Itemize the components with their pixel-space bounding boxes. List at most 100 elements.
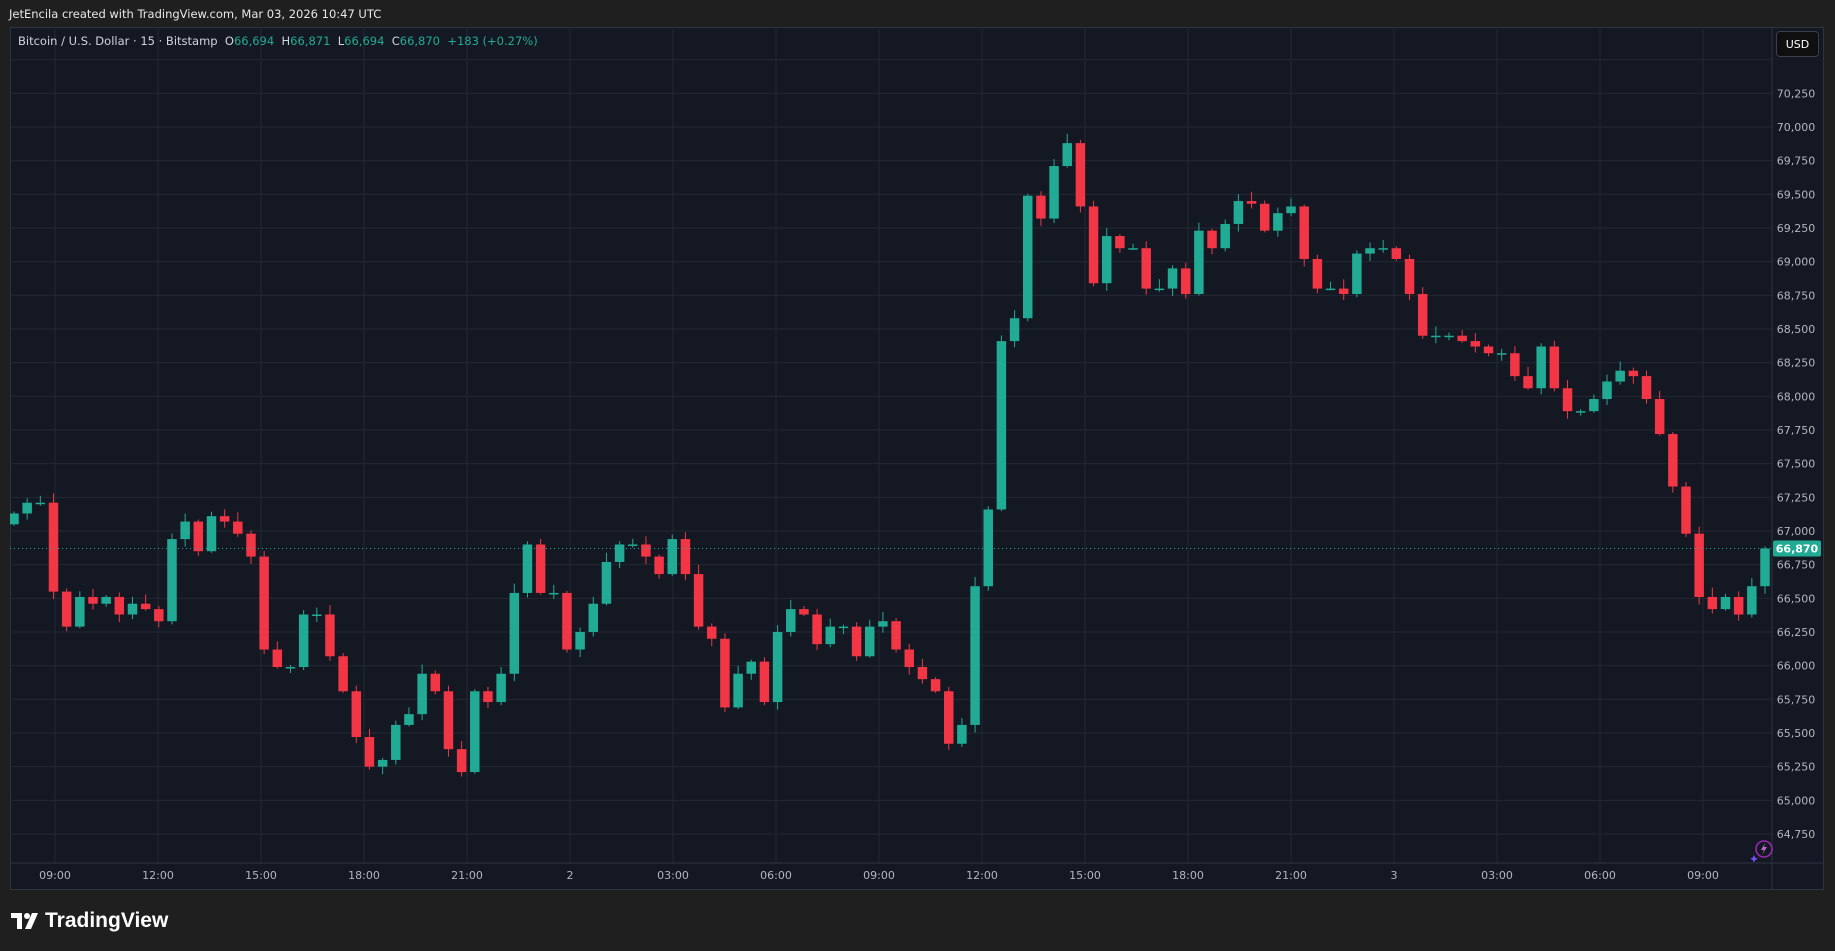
lightning-icon[interactable] (1750, 838, 1774, 866)
candle-up (772, 632, 783, 703)
time-tick-label: 21:00 (1275, 869, 1307, 882)
candle-up (417, 673, 427, 715)
candle-up (667, 539, 678, 575)
candle-down (1562, 388, 1573, 412)
time-tick-label: 12:00 (966, 869, 998, 882)
candle-down (61, 591, 72, 627)
time-tick-label: 03:00 (1481, 869, 1513, 882)
candle-down (483, 691, 493, 703)
time-tick-label: 09:00 (39, 869, 71, 882)
candle-up (865, 626, 875, 657)
candle-down (1707, 596, 1718, 610)
price-tick-label: 65,250 (1777, 761, 1816, 774)
candle-down (246, 533, 256, 557)
candle-up (127, 603, 138, 615)
price-tick-label: 67,000 (1777, 525, 1816, 538)
candle-up (1167, 268, 1178, 289)
candle-up (522, 544, 533, 593)
candle-down (1641, 376, 1652, 400)
candle-up (75, 596, 85, 627)
tradingview-logo-icon (11, 913, 38, 929)
time-tick-label: 18:00 (348, 869, 380, 882)
candle-down (1115, 236, 1125, 249)
time-tick-label: 09:00 (1687, 869, 1719, 882)
candle-up (496, 673, 506, 703)
candle-up (509, 592, 520, 674)
candle-up (1286, 206, 1296, 214)
candle-down (720, 638, 730, 708)
candle-up (1444, 335, 1454, 338)
candle-up (970, 586, 980, 725)
candle-down (851, 626, 862, 657)
symbol-title[interactable]: Bitcoin / U.S. Dollar · 15 · Bitstamp (18, 34, 218, 48)
price-tick-label: 68,250 (1777, 357, 1816, 370)
candle-down (351, 691, 362, 738)
candle-down (154, 609, 164, 622)
candle-down (1668, 434, 1678, 487)
price-tick-label: 66,250 (1777, 626, 1816, 639)
candle-up (983, 509, 993, 587)
candle-down (1417, 293, 1428, 336)
candle-up (1194, 230, 1204, 294)
candle-up (746, 661, 757, 674)
candle-down (325, 614, 335, 657)
time-tick-label: 3 (1391, 869, 1398, 882)
candle-up (391, 724, 401, 760)
time-tick-label: 06:00 (1584, 869, 1616, 882)
price-tick-label: 70,000 (1777, 121, 1816, 134)
candle-down (1207, 230, 1217, 249)
candle-up (1325, 288, 1336, 291)
candle-down (1036, 195, 1046, 219)
time-tick-label: 06:00 (760, 869, 792, 882)
candle-up (1101, 236, 1112, 284)
candle-up (298, 614, 309, 668)
currency-button[interactable]: USD (1776, 31, 1819, 57)
candle-down (1628, 370, 1639, 377)
candlestick-chart[interactable]: 64,750 65,000 65,250 65,500 65,750 66,000 66,2… (10, 27, 1824, 890)
price-tick-label: 66,750 (1777, 559, 1816, 572)
price-tick-label: 64,750 (1777, 828, 1816, 841)
candle-down (1299, 206, 1309, 259)
candle-down (140, 603, 151, 610)
candle-down (1457, 335, 1467, 342)
time-tick-label: 03:00 (657, 869, 689, 882)
candle-down (1404, 258, 1415, 294)
candle-down (904, 649, 914, 668)
price-tick-label: 69,500 (1777, 188, 1816, 201)
candle-down (799, 609, 809, 615)
candle-down (1338, 288, 1349, 294)
price-tick-label: 67,500 (1777, 458, 1816, 471)
candle-up (575, 632, 585, 650)
low-value: 66,694 (344, 34, 385, 48)
candle-up (1154, 288, 1165, 291)
price-tick-label: 68,500 (1777, 323, 1816, 336)
candle-up (628, 544, 638, 546)
candle-up (1022, 195, 1033, 319)
tradingview-logo[interactable]: TradingView (11, 909, 168, 933)
candle-down (1246, 201, 1257, 204)
time-tick-label: 2 (567, 869, 574, 882)
candle-down (233, 521, 243, 534)
candle-up (549, 592, 559, 595)
price-tick-label: 68,000 (1777, 390, 1816, 403)
candle-down (891, 621, 901, 650)
candle-up (1220, 223, 1230, 249)
candle-down (1088, 206, 1099, 284)
candle-up (285, 667, 296, 669)
candle-up (1431, 335, 1441, 338)
candle-down (193, 521, 204, 552)
candle-up (404, 714, 414, 725)
candle-down (1259, 203, 1270, 231)
candle-up (1049, 166, 1059, 219)
high-value: 66,871 (290, 34, 331, 48)
candle-down (1470, 341, 1481, 347)
candle-down (1733, 596, 1744, 615)
candle-down (430, 673, 441, 692)
candle-down (1510, 353, 1520, 377)
candle-up (996, 341, 1007, 510)
candle-up (1575, 411, 1586, 413)
candle-down (443, 691, 454, 750)
candle-up (957, 724, 967, 744)
price-tick-label: 65,500 (1777, 727, 1816, 740)
candle-up (1233, 201, 1244, 224)
